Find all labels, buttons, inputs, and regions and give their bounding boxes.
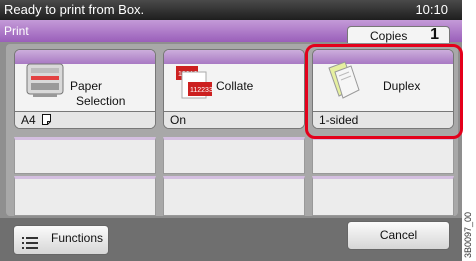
status-message: Ready to print from Box. — [4, 2, 145, 17]
empty-slot — [312, 176, 454, 216]
bottom-bar: Functions Cancel — [0, 218, 462, 261]
copies-value: 1 — [430, 26, 439, 43]
paper-tray-icon — [26, 63, 64, 97]
collate-label: Collate — [216, 79, 254, 93]
empty-slot — [14, 137, 156, 174]
functions-button[interactable]: Functions — [13, 225, 109, 255]
portrait-paper-icon — [42, 114, 52, 125]
title-bar: Print Copies 1 — [0, 20, 462, 43]
paper-selection-value: A4 — [15, 111, 155, 128]
empty-slot — [163, 176, 305, 216]
empty-slot — [14, 176, 156, 216]
page-title: Print — [4, 24, 29, 38]
duplex-highlight-frame — [305, 44, 463, 139]
clock: 10:10 — [415, 2, 448, 17]
collate-button[interactable]: 123123 112233 Collate On — [163, 49, 305, 129]
copies-label: Copies — [370, 29, 408, 43]
empty-slot — [163, 137, 305, 174]
paper-selection-label-line2: Selection — [76, 94, 126, 108]
paper-selection-label-line1: Paper — [70, 79, 103, 93]
list-icon — [22, 237, 38, 249]
functions-label: Functions — [51, 231, 104, 245]
empty-slot — [312, 137, 454, 174]
figure-code: 3B0097_00 — [463, 211, 473, 258]
cancel-button[interactable]: Cancel — [347, 221, 450, 250]
collate-icon: 123123 112233 — [176, 66, 213, 99]
paper-selection-button[interactable]: Paper Selection A4 — [14, 49, 156, 129]
copies-display: Copies 1 — [347, 26, 450, 43]
status-bar: Ready to print from Box. 10:10 — [0, 0, 462, 20]
svg-text:112233: 112233 — [190, 87, 213, 94]
collate-value: On — [164, 111, 304, 128]
